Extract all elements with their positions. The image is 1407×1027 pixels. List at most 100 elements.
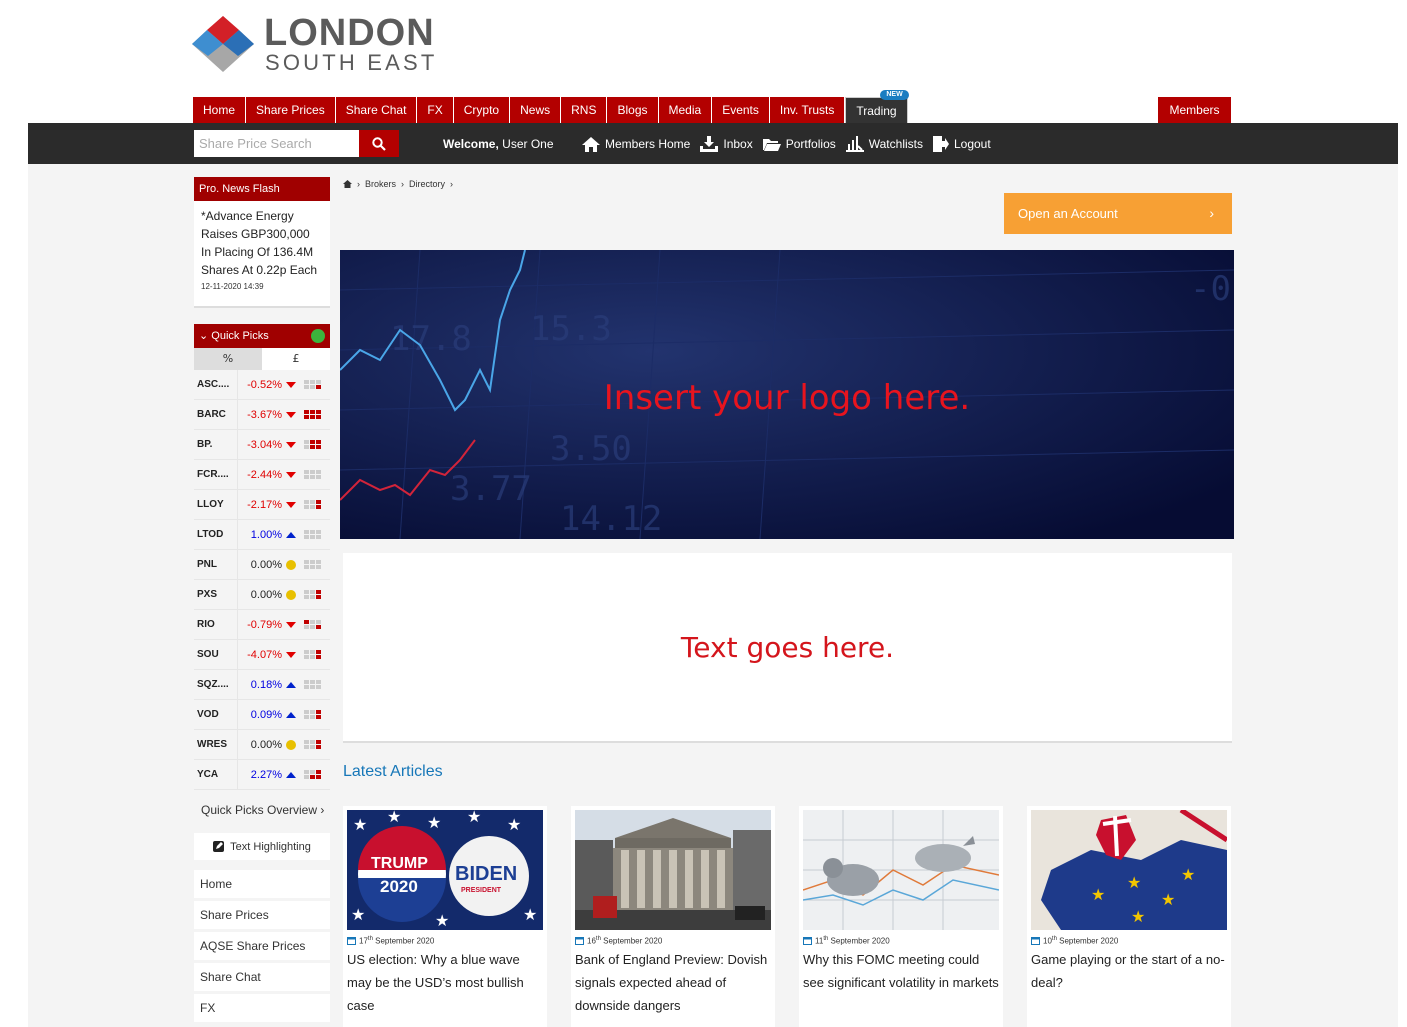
nav-trading[interactable]: Trading NEW	[845, 90, 909, 123]
quick-pick-row[interactable]: RIO -0.79%	[194, 609, 330, 640]
side-link-fx[interactable]: FX	[194, 994, 330, 1022]
quick-pick-row[interactable]: SOU -4.07%	[194, 639, 330, 670]
text-highlighting-button[interactable]: Text Highlighting	[194, 833, 330, 860]
tab-percent[interactable]: %	[194, 348, 262, 370]
quick-pick-row[interactable]: WRES 0.00%	[194, 729, 330, 760]
news-flash-text[interactable]: *Advance Energy Raises GBP300,000 In Pla…	[201, 207, 323, 279]
logout-link[interactable]: Logout	[932, 134, 991, 154]
side-link-home[interactable]: Home	[194, 870, 330, 898]
quick-pick-change: 0.00%	[250, 558, 282, 571]
unchanged-dot-icon	[286, 739, 296, 750]
article-title[interactable]: US election: Why a blue wave may be the …	[347, 948, 543, 1017]
article-title[interactable]: Bank of England Preview: Dovish signals …	[575, 948, 771, 1017]
inbox-label: Inbox	[723, 137, 753, 151]
news-flash-panel[interactable]: *Advance Energy Raises GBP300,000 In Pla…	[194, 201, 330, 308]
article-card[interactable]: 16th September 2020 Bank of England Prev…	[571, 806, 775, 1027]
home-icon[interactable]	[343, 180, 352, 188]
quick-pick-symbol[interactable]: YCA	[194, 759, 238, 790]
share-price-search-input[interactable]	[194, 130, 359, 157]
portfolios-link[interactable]: Portfolios	[762, 134, 836, 154]
nav-share-prices[interactable]: Share Prices	[246, 97, 336, 123]
article-title[interactable]: Why this FOMC meeting could see signific…	[803, 948, 999, 994]
quick-pick-activity	[300, 500, 324, 509]
side-link-share-chat[interactable]: Share Chat	[194, 963, 330, 991]
quick-picks-header[interactable]: ⌄ Quick Picks	[194, 324, 330, 348]
quick-pick-row[interactable]: BP. -3.04%	[194, 429, 330, 460]
article-card[interactable]: 11th September 2020 Why this FOMC meetin…	[799, 806, 1003, 1027]
activity-grid-icon	[303, 710, 321, 719]
inbox-link[interactable]: Inbox	[700, 134, 753, 154]
side-link-aqse-share-prices[interactable]: AQSE Share Prices	[194, 932, 330, 960]
quick-pick-row[interactable]: PNL 0.00%	[194, 549, 330, 580]
quick-pick-activity	[300, 620, 324, 629]
activity-grid-icon	[303, 500, 321, 509]
article-title[interactable]: Game playing or the start of a no-deal?	[1031, 948, 1227, 994]
watchlists-link[interactable]: Watchlists	[845, 134, 923, 154]
quick-pick-row[interactable]: LTOD 1.00%	[194, 519, 330, 550]
nav-home[interactable]: Home	[193, 97, 247, 123]
article-image-bull-bear[interactable]	[803, 810, 999, 930]
quick-pick-symbol[interactable]: FCR....	[194, 459, 238, 490]
nav-crypto[interactable]: Crypto	[453, 97, 511, 123]
member-links: Members Home Inbox Portfolios Watchlists…	[582, 134, 1001, 154]
quick-pick-row[interactable]: VOD 0.09%	[194, 699, 330, 730]
article-card[interactable]: ★ ★ ★ ★ ★ 10th September 2020 Game playing o…	[1027, 806, 1231, 1027]
bull-bear-image	[803, 810, 999, 930]
article-card[interactable]: ★ ★ ★ ★ ★ ★ ★ ★ TRUMP 2020 BIDEN PRESIDENT 17…	[343, 806, 547, 1027]
up-arrow-icon	[286, 681, 296, 688]
quick-pick-row[interactable]: PXS 0.00%	[194, 579, 330, 610]
tab-pound[interactable]: £	[262, 348, 330, 370]
article-image-brexit-map[interactable]: ★ ★ ★ ★ ★	[1031, 810, 1227, 930]
quick-pick-symbol[interactable]: BARC	[194, 399, 238, 430]
nav-media[interactable]: Media	[658, 97, 713, 123]
article-image-election[interactable]: ★ ★ ★ ★ ★ ★ ★ ★ TRUMP 2020 BIDEN PRESIDENT	[347, 810, 543, 930]
quick-pick-symbol[interactable]: PNL	[194, 549, 238, 580]
quick-pick-symbol[interactable]: BP.	[194, 429, 238, 460]
breadcrumb-brokers[interactable]: Brokers	[365, 179, 396, 189]
nav-blogs[interactable]: Blogs	[607, 97, 659, 123]
quick-pick-row[interactable]: SQZ.... 0.18%	[194, 669, 330, 700]
nav-events[interactable]: Events	[712, 97, 770, 123]
article-image-bank-of-england[interactable]	[575, 810, 771, 930]
svg-text:-0: -0	[1190, 269, 1231, 309]
activity-grid-icon	[303, 380, 321, 389]
quick-pick-row[interactable]: YCA 2.27%	[194, 759, 330, 790]
quick-pick-row[interactable]: BARC -3.67%	[194, 399, 330, 430]
quick-pick-row[interactable]: LLOY -2.17%	[194, 489, 330, 520]
president-badge-text: PRESIDENT	[461, 887, 502, 894]
nav-rns[interactable]: RNS	[561, 97, 608, 123]
quick-pick-symbol[interactable]: VOD	[194, 699, 238, 730]
quick-pick-symbol[interactable]: ASC....	[194, 369, 238, 400]
quick-pick-symbol[interactable]: RIO	[194, 609, 238, 640]
quick-pick-symbol[interactable]: LTOD	[194, 519, 238, 550]
activity-grid-icon	[303, 680, 321, 689]
site-logo[interactable]: LONDON SOUTH EAST	[192, 12, 462, 75]
nav-share-chat[interactable]: Share Chat	[335, 97, 418, 123]
nav-inv-trusts[interactable]: Inv. Trusts	[769, 97, 846, 123]
quick-pick-direction	[282, 771, 300, 778]
activity-grid-icon	[303, 740, 321, 749]
quick-picks-overview-link[interactable]: Quick Picks Overview ›	[194, 795, 330, 825]
quick-pick-symbol[interactable]: SOU	[194, 639, 238, 670]
calendar-icon	[1031, 937, 1040, 946]
quick-pick-change: -0.52%	[247, 378, 282, 391]
quick-pick-symbol[interactable]: LLOY	[194, 489, 238, 520]
quick-pick-row[interactable]: FCR.... -2.44%	[194, 459, 330, 490]
side-link-share-prices[interactable]: Share Prices	[194, 901, 330, 929]
open-account-button[interactable]: Open an Account ›	[1004, 193, 1232, 234]
members-button[interactable]: Members	[1158, 97, 1231, 123]
nav-news[interactable]: News	[510, 97, 562, 123]
quick-pick-symbol[interactable]: WRES	[194, 729, 238, 760]
search-button[interactable]	[359, 130, 399, 157]
members-home-link[interactable]: Members Home	[582, 134, 690, 154]
quick-pick-change: -2.17%	[247, 498, 282, 511]
quick-pick-row[interactable]: ASC.... -0.52%	[194, 369, 330, 400]
breadcrumb-directory[interactable]: Directory	[409, 179, 445, 189]
quick-pick-activity	[300, 680, 324, 689]
article-date: 11th September 2020	[803, 936, 999, 946]
quick-pick-symbol[interactable]: PXS	[194, 579, 238, 610]
quick-pick-symbol[interactable]: SQZ....	[194, 669, 238, 700]
nav-fx[interactable]: FX	[417, 97, 454, 123]
svg-text:★: ★	[427, 813, 441, 832]
article-date: 10th September 2020	[1031, 936, 1227, 946]
